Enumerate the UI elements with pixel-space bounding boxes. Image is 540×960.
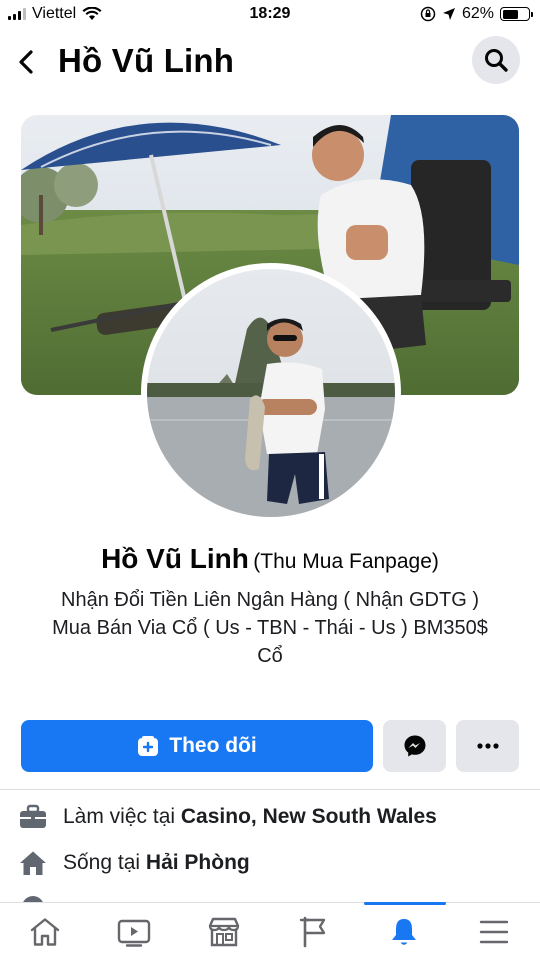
nav-active-indicator: [364, 902, 446, 905]
messenger-button[interactable]: [383, 720, 446, 772]
nav-watch[interactable]: [104, 909, 164, 955]
info-work-prefix: Làm việc tại: [63, 805, 181, 828]
location-icon: [442, 8, 455, 20]
search-button[interactable]: [472, 36, 520, 84]
page-header: Hồ Vũ Linh: [0, 34, 540, 90]
profile-bio: Nhận Đổi Tiền Liên Ngân Hàng ( Nhận GDTG…: [30, 586, 510, 670]
nav-menu[interactable]: [464, 909, 524, 955]
messenger-icon: [404, 735, 425, 757]
flag-icon: [299, 916, 326, 948]
nav-home[interactable]: [15, 909, 75, 955]
home-icon: [30, 918, 60, 946]
info-lives-value[interactable]: Hải Phòng: [146, 851, 250, 875]
bell-icon: [392, 919, 416, 945]
battery-icon: [500, 7, 533, 21]
more-icon: [476, 743, 499, 749]
profile-avatar[interactable]: [141, 263, 401, 523]
profile-alternate-name: (Thu Mua Fanpage): [253, 550, 439, 573]
follow-button[interactable]: Theo dõi: [21, 720, 373, 772]
bio-line: Cổ: [257, 645, 283, 667]
nav-pages[interactable]: [284, 909, 344, 955]
store-icon: [208, 917, 240, 947]
info-row-lives: Sống tại Hải Phòng: [18, 845, 528, 881]
follow-label: Theo dõi: [169, 734, 257, 757]
battery-percent: 62%: [461, 5, 494, 22]
search-icon: [485, 49, 508, 72]
nav-marketplace[interactable]: [194, 909, 254, 955]
chevron-left-icon: [19, 50, 33, 74]
bio-line: Mua Bán Via Cổ ( Us - TBN - Thái - Us ) …: [52, 617, 488, 639]
profile-name-block: Hồ Vũ Linh (Thu Mua Fanpage): [0, 543, 540, 575]
home-icon: [18, 848, 48, 878]
orientation-lock-icon: [420, 6, 436, 22]
follow-icon: [138, 736, 159, 756]
avatar-image: [147, 269, 395, 517]
bio-line: Nhận Đổi Tiền Liên Ngân Hàng ( Nhận GDTG…: [61, 589, 479, 611]
info-row-work: Làm việc tại Casino, New South Wales: [18, 799, 528, 835]
profile-name: Hồ Vũ Linh: [101, 543, 249, 574]
info-lives-prefix: Sống tại: [63, 851, 146, 874]
video-icon: [117, 919, 151, 947]
status-bar: Viettel 18:29 62%: [0, 0, 540, 30]
info-work-value[interactable]: Casino, New South Wales: [181, 805, 437, 829]
page-title: Hồ Vũ Linh: [58, 42, 235, 79]
more-button[interactable]: [456, 720, 519, 772]
section-divider: [0, 789, 540, 790]
status-right: 62%: [420, 5, 533, 23]
briefcase-icon: [18, 802, 48, 832]
back-button[interactable]: [10, 44, 42, 80]
menu-icon: [479, 920, 509, 944]
bottom-navigation: [0, 902, 540, 960]
nav-notifications[interactable]: [374, 909, 434, 955]
